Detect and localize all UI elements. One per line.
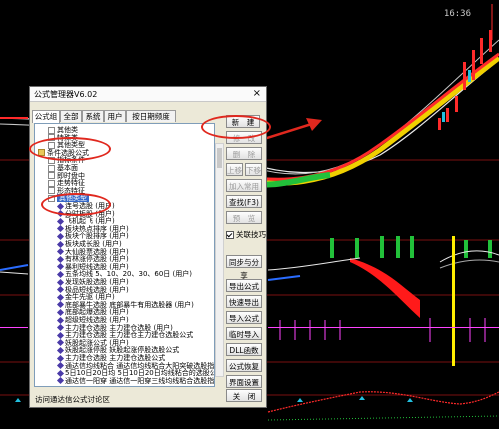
formula-icon bbox=[56, 278, 65, 286]
tree-item[interactable]: 通达信一阳穿 通达信一阳穿三线均线粘合选股指标 bbox=[56, 376, 215, 386]
formula-icon bbox=[56, 331, 65, 339]
formula-icon bbox=[56, 308, 65, 316]
expand-icon[interactable] bbox=[48, 164, 55, 172]
tab-formula-group[interactable]: 公式组 bbox=[32, 110, 60, 123]
tree-scrollbar[interactable] bbox=[215, 143, 224, 377]
dialog-button[interactable]: 同步与分享 bbox=[226, 255, 262, 280]
formula-tree[interactable]: 其他类 特殊类 其他类型 条件选股公式 指标条件 基本面 即时盘中 走势特征 形态特征 其他类型连… bbox=[34, 123, 215, 387]
annotation-new-button bbox=[201, 115, 271, 139]
time-label: 16:36 bbox=[443, 9, 471, 19]
dialog-button[interactable]: 公式恢复 bbox=[226, 359, 262, 372]
annotation-folder bbox=[29, 137, 111, 161]
dialog-button[interactable]: 下移 bbox=[245, 163, 262, 176]
formula-icon bbox=[56, 324, 65, 332]
formula-icon bbox=[56, 270, 65, 278]
dialog-titlebar[interactable]: 公式管理器V6.02 × bbox=[30, 87, 266, 102]
link-tips-checkbox[interactable]: 关联技巧 bbox=[226, 229, 266, 240]
annotation-selected-type bbox=[41, 193, 111, 216]
formula-icon bbox=[56, 362, 65, 370]
tab-user[interactable]: 用户 bbox=[104, 110, 126, 122]
formula-icon bbox=[56, 377, 65, 385]
formula-icon bbox=[56, 248, 65, 256]
dialog-button[interactable]: 导出公式 bbox=[226, 279, 262, 292]
expand-icon[interactable] bbox=[48, 172, 55, 180]
dialog-button[interactable]: 预 览 bbox=[226, 211, 262, 224]
dialog-button[interactable]: 查找(F3) bbox=[226, 195, 262, 208]
checkbox-icon[interactable] bbox=[226, 231, 234, 239]
dialog-button[interactable]: 临时导入 bbox=[226, 327, 262, 340]
checkbox-label: 关联技巧 bbox=[236, 230, 266, 239]
dialog-title: 公式管理器V6.02 bbox=[34, 90, 98, 99]
formula-icon bbox=[56, 286, 65, 294]
formula-icon bbox=[56, 301, 65, 309]
formula-icon bbox=[56, 217, 65, 225]
tab-all[interactable]: 全部 bbox=[60, 110, 82, 122]
expand-icon[interactable] bbox=[48, 126, 55, 134]
forum-link[interactable]: 访问通达信公式讨论区 bbox=[35, 394, 110, 405]
dialog-button[interactable]: 界面设置 bbox=[226, 375, 262, 388]
dialog-button[interactable]: 关 闭 bbox=[226, 389, 262, 402]
dialog-button[interactable]: 导入公式 bbox=[226, 311, 262, 324]
formula-icon bbox=[56, 369, 65, 377]
formula-icon bbox=[56, 240, 65, 248]
dialog-button[interactable]: 加入常用 bbox=[226, 179, 262, 192]
dialog-button[interactable]: 快速导出 bbox=[226, 295, 262, 308]
formula-icon bbox=[56, 293, 65, 301]
formula-icon bbox=[56, 316, 65, 324]
expand-icon[interactable] bbox=[48, 187, 55, 195]
formula-icon bbox=[56, 346, 65, 354]
dialog-button[interactable]: DLL函数 bbox=[226, 343, 262, 356]
tab-system[interactable]: 系统 bbox=[82, 110, 104, 122]
close-icon[interactable]: × bbox=[253, 88, 261, 99]
formula-icon bbox=[56, 339, 65, 347]
expand-icon[interactable] bbox=[48, 179, 55, 187]
formula-icon bbox=[56, 263, 65, 271]
scrollbar-thumb[interactable] bbox=[217, 148, 222, 168]
dialog-button[interactable]: 删 除 bbox=[226, 147, 262, 160]
formula-icon bbox=[56, 354, 65, 362]
formula-icon bbox=[56, 225, 65, 233]
tab-by-date[interactable]: 按日期频度 bbox=[126, 110, 176, 122]
tree-item-label: 通达信一阳穿 通达信一阳穿三线均线粘合选股指标 bbox=[65, 376, 215, 385]
formula-icon bbox=[56, 232, 65, 240]
dialog-button[interactable]: 上移 bbox=[226, 163, 243, 176]
formula-icon bbox=[56, 255, 65, 263]
